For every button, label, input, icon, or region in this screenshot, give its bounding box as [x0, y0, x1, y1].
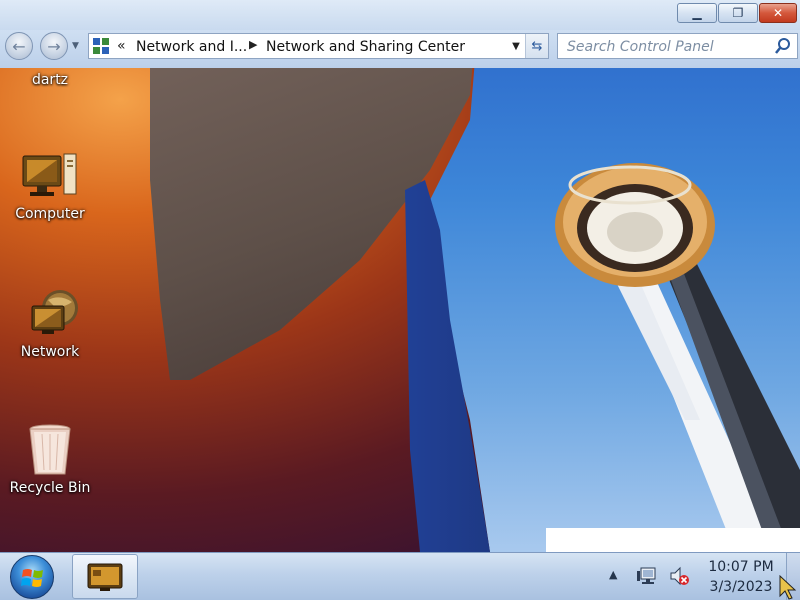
restore-icon: ❐: [732, 6, 744, 20]
close-button[interactable]: ✕: [759, 3, 797, 23]
restore-button[interactable]: ❐: [718, 3, 758, 23]
desktop-icon-network[interactable]: Network: [5, 288, 95, 360]
search-placeholder: Search Control Panel: [567, 39, 714, 55]
close-icon: ✕: [772, 6, 784, 20]
desktop-icon-label: Recycle Bin: [9, 480, 91, 496]
desktop-icon-user[interactable]: dartz: [5, 72, 95, 88]
desktop-icon-recycle-bin[interactable]: Recycle Bin: [5, 424, 95, 496]
minimize-button[interactable]: ▁: [677, 3, 717, 23]
refresh-button[interactable]: ⇆: [525, 34, 548, 58]
desktop-icon-label: dartz: [31, 72, 69, 88]
desktop-icon-label: Network: [20, 344, 80, 360]
network-globe-icon: [20, 288, 80, 340]
forward-arrow-icon: →: [47, 36, 61, 56]
show-hidden-icons-button[interactable]: ▲: [609, 568, 617, 581]
clock-date: 3/3/2023: [709, 579, 773, 595]
taskbar: ▲ 10:07 PM 3/3/2023: [0, 552, 800, 600]
wallpaper-space-needle: [555, 163, 800, 552]
computer-icon: [20, 150, 80, 202]
forward-button[interactable]: →: [40, 32, 68, 60]
recent-pages-dropdown-icon[interactable]: ▼: [72, 41, 79, 51]
breadcrumb-separator-icon[interactable]: ▶: [249, 38, 257, 51]
address-bar[interactable]: « Network and I... ▶ Network and Sharing…: [88, 33, 549, 59]
control-panel-icon: [93, 38, 109, 54]
back-arrow-icon: ←: [12, 36, 26, 56]
mouse-cursor-icon: [779, 575, 797, 600]
explorer-toolbar: ← → ▼ « Network and I... ▶ Network and S…: [0, 30, 800, 68]
taskbar-item-control-panel[interactable]: [72, 554, 138, 599]
desktop-wallpaper: [0, 0, 800, 552]
desktop-icon-label: Computer: [15, 206, 85, 222]
magnifier-icon[interactable]: [775, 38, 791, 57]
back-button[interactable]: ←: [5, 32, 33, 60]
refresh-icon: ⇆: [531, 38, 543, 54]
breadcrumb-segment[interactable]: Network and Sharing Center: [266, 39, 465, 55]
control-panel-window-icon: [87, 563, 123, 591]
start-button[interactable]: [10, 555, 54, 599]
system-clock[interactable]: 10:07 PM 3/3/2023: [700, 557, 782, 597]
clock-time: 10:07 PM: [708, 559, 774, 575]
address-overflow-chevron[interactable]: «: [117, 38, 126, 54]
recycle-bin-icon: [20, 424, 80, 476]
address-dropdown-icon[interactable]: ▼: [507, 34, 525, 58]
speaker-muted-icon[interactable]: [668, 565, 690, 590]
minimize-icon: ▁: [692, 6, 702, 20]
breadcrumb-segment[interactable]: Network and I...: [136, 39, 247, 55]
network-icon[interactable]: [637, 565, 659, 590]
window-titlebar[interactable]: ▁ ❐ ✕: [0, 0, 800, 30]
search-input[interactable]: Search Control Panel: [557, 33, 798, 59]
desktop-icon-computer[interactable]: Computer: [5, 150, 95, 222]
windows-logo-icon: [21, 569, 43, 587]
wallpaper-white-block: [546, 528, 800, 552]
